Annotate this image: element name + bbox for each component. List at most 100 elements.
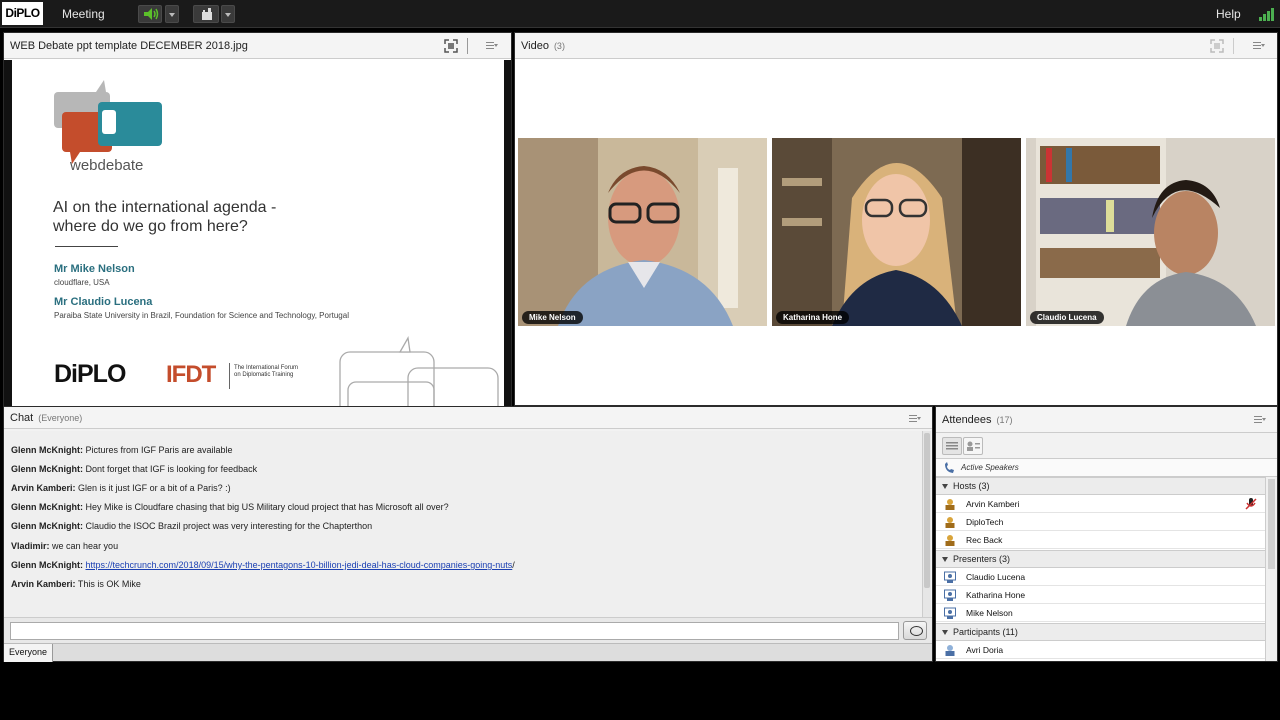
menu-bar: DiPLO Meeting Help (0, 0, 1280, 28)
video-feed-katharina-hone[interactable]: Katharina Hone (772, 138, 1021, 326)
chat-text: Hey Mike is Cloudfare chasing that big U… (85, 502, 449, 512)
host-icon (945, 499, 955, 510)
chat-scrollbar[interactable] (922, 431, 931, 617)
slide-divider (55, 246, 118, 247)
chat-message: Glenn McKnight: Claudio the ISOC Brazil … (11, 521, 372, 531)
collapse-icon (942, 557, 948, 562)
speaker-1-affiliation: cloudflare, USA (54, 278, 110, 287)
attendees-count: (17) (996, 415, 1013, 425)
chat-pod-title: Chat (Everyone) (10, 412, 82, 424)
chat-message: Glenn McKnight: https://techcrunch.com/2… (11, 560, 515, 570)
phone-speaker-icon (945, 462, 954, 473)
speaker-dropdown[interactable] (165, 5, 179, 23)
speaker-icon (144, 8, 159, 20)
share-pod-menu-icon[interactable] (486, 42, 498, 50)
microphone-active-icon (1245, 498, 1257, 510)
attendee-row[interactable]: Arvin Kamberi (936, 495, 1265, 513)
attendee-row[interactable]: Claudio Lucena (936, 568, 1265, 586)
slide-diplo-logo: DiPLO (54, 360, 126, 388)
video-pod-menu-icon[interactable] (1253, 42, 1265, 50)
chat-scrollbar-thumb[interactable] (924, 433, 930, 588)
share-pod: WEB Debate ppt template DECEMBER 2018.jp… (3, 32, 512, 406)
chat-text: Claudio the ISOC Brazil project was very… (85, 521, 373, 531)
chat-message-list: Glenn McKnight: Pictures from IGF Paris … (5, 431, 923, 617)
collapse-icon (942, 484, 948, 489)
attendee-row[interactable]: Rec Back (936, 531, 1265, 549)
presenter-icon (944, 589, 956, 601)
video-pod-header: Video (3) (515, 33, 1277, 59)
list-view-icon (946, 442, 958, 450)
attendee-name: Arvin Kamberi (966, 499, 1020, 509)
status-dropdown[interactable] (221, 5, 235, 23)
attendee-row[interactable]: Katharina Hone (936, 586, 1265, 604)
chat-message: Glenn McKnight: Pictures from IGF Paris … (11, 445, 233, 455)
menu-help[interactable]: Help (1216, 7, 1241, 21)
webcam-image (1026, 138, 1275, 326)
chat-text: Glen is it just IGF or a bit of a Paris?… (78, 483, 231, 493)
video-count: (3) (553, 41, 565, 51)
attendees-scrollbar-thumb[interactable] (1268, 479, 1275, 569)
speaker-button[interactable] (138, 5, 162, 23)
video-fullscreen-icon[interactable] (1210, 39, 1224, 53)
group-label: Participants (11) (953, 627, 1018, 637)
chat-message: Glenn McKnight: Dont forget that IGF is … (11, 464, 257, 474)
video-title-text: Video (521, 40, 549, 52)
video-feed-claudio-lucena[interactable]: Claudio Lucena (1026, 138, 1275, 326)
chat-tabs: Everyone (4, 643, 932, 662)
chat-message-input[interactable] (10, 622, 899, 640)
slide-ifdt-logo: IFDT (166, 361, 216, 388)
chat-text: Pictures from IGF Paris are available (85, 445, 233, 455)
slide-heading-line2: where do we go from here? (53, 218, 248, 235)
connection-signal-icon (1259, 7, 1277, 21)
chat-message: Glenn McKnight: Hey Mike is Cloudfare ch… (11, 502, 449, 512)
attendee-row[interactable]: Avri Doria (936, 641, 1265, 659)
menu-meeting[interactable]: Meeting (62, 7, 105, 21)
attendees-scrollbar[interactable] (1265, 477, 1277, 661)
chat-send-button[interactable] (903, 621, 927, 640)
chat-sender: Arvin Kamberi: (11, 483, 76, 493)
chat-sender: Arvin Kamberi: (11, 579, 76, 589)
group-hosts[interactable]: Hosts (3) (936, 477, 1265, 495)
attendee-name: Katharina Hone (966, 590, 1026, 600)
speech-bubbles-outline-icon (339, 336, 499, 406)
group-presenters[interactable]: Presenters (3) (936, 550, 1265, 568)
chat-sender: Vladimir: (11, 541, 50, 551)
slide-heading: AI on the international agenda - where d… (53, 198, 353, 236)
video-name-label: Katharina Hone (776, 311, 850, 324)
video-pod: Video (3) Mike Nelson Katharina Hone Cla… (514, 32, 1278, 406)
video-feed-mike-nelson[interactable]: Mike Nelson (518, 138, 767, 326)
share-pod-header: WEB Debate ppt template DECEMBER 2018.jp… (4, 33, 511, 59)
speaker-1-name: Mr Mike Nelson (54, 263, 135, 275)
attendees-pod: Attendees (17) Active Speakers Hosts (3) … (935, 406, 1278, 662)
chat-sender: Glenn McKnight: (11, 560, 83, 570)
header-divider (467, 38, 468, 54)
video-pod-title: Video (3) (521, 40, 565, 52)
chat-sender: Glenn McKnight: (11, 502, 83, 512)
status-view-icon (967, 441, 980, 451)
chat-text: This is OK Mike (77, 579, 141, 589)
fullscreen-icon[interactable] (444, 39, 458, 53)
chat-tab-everyone[interactable]: Everyone (4, 644, 54, 662)
host-icon (945, 517, 955, 528)
share-pod-title: WEB Debate ppt template DECEMBER 2018.jp… (10, 40, 248, 52)
attendees-pod-menu-icon[interactable] (1254, 416, 1266, 424)
chat-sender: Glenn McKnight: (11, 445, 83, 455)
chat-link[interactable]: https://techcrunch.com/2018/09/15/why-th… (86, 560, 513, 570)
chat-sender: Glenn McKnight: (11, 464, 83, 474)
attendee-row[interactable]: DiploTech (936, 513, 1265, 531)
diplo-logo: DiPLO (2, 2, 43, 25)
status-view-button[interactable] (963, 437, 983, 455)
webcam-image (518, 138, 767, 326)
header-divider (1233, 38, 1234, 54)
chat-sender: Glenn McKnight: (11, 521, 83, 531)
slide-ifdt-subtitle: The International Forum on Diplomatic Tr… (234, 365, 299, 378)
group-participants[interactable]: Participants (11) (936, 623, 1265, 641)
attendee-row[interactable]: Mike Nelson (936, 604, 1265, 622)
list-view-button[interactable] (942, 437, 962, 455)
host-icon (945, 535, 955, 546)
attendees-toolbar (936, 433, 1277, 459)
collapse-icon (942, 630, 948, 635)
chat-scope: (Everyone) (38, 413, 83, 423)
raise-hand-button[interactable] (193, 5, 219, 23)
chat-pod-menu-icon[interactable] (909, 415, 921, 423)
